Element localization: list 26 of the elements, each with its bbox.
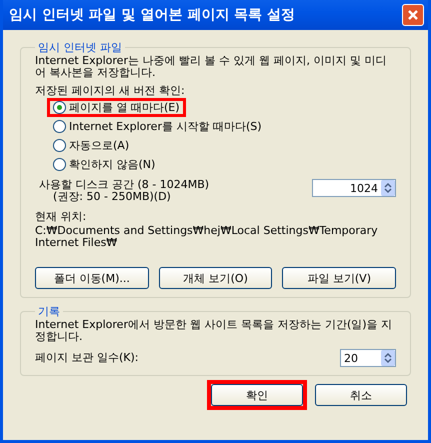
action-button[interactable]: 개체 보기(O) — [158, 267, 272, 289]
location-label: 현재 위치: — [35, 211, 88, 223]
ok-button[interactable]: 확인 — [211, 384, 303, 406]
radio-option[interactable]: 페이지를 열 때마다(E) — [47, 98, 186, 117]
description-text: Internet Explorer에서 방문한 웹 사이트 목록을 저장하는 기간(일)을 지정합니다. — [35, 319, 394, 343]
days-field[interactable]: 20 — [340, 349, 396, 367]
group-title: 기록 — [37, 304, 61, 319]
window-title: 임시 인터넷 파일 및 열어본 페이지 목록 설정 — [9, 6, 296, 24]
radio-option[interactable]: 확인하지 않음(N) — [47, 155, 162, 174]
cancel-button[interactable]: 취소 — [315, 384, 407, 406]
disk-space-label: 사용할 디스크 공간 (8 - 1024MB) — [39, 179, 210, 191]
spin-arrows-icon — [384, 352, 392, 364]
check-label: 저장된 페이지의 새 버전 확인: — [35, 85, 186, 97]
spin-arrows-icon — [384, 182, 392, 194]
description-text: Internet Explorer는 나중에 빨리 볼 수 있게 웹 페이지, 이미지 및 미디어 복사본을 저장합니다. — [35, 55, 388, 79]
radio-option[interactable]: 자동으로(A) — [47, 136, 136, 155]
disk-space-hint: (권장: 50 - 250MB)(D) — [53, 191, 172, 203]
action-button[interactable]: 파일 보기(V) — [282, 267, 396, 289]
close-icon — [407, 9, 419, 21]
action-button[interactable]: 폴더 이동(M)... — [35, 267, 149, 289]
close-button[interactable] — [402, 4, 424, 26]
disk-space-field[interactable]: 1024 — [312, 179, 396, 197]
days-label: 페이지 보관 일수(K): — [35, 352, 138, 364]
location-path: C:₩Documents and Settings₩hej₩Local Settings₩Temporary Internet Files₩ — [35, 225, 379, 249]
group-title: 임시 인터넷 파일 — [37, 40, 123, 55]
radio-option[interactable]: Internet Explorer를 시작할 때마다(S) — [47, 117, 268, 136]
